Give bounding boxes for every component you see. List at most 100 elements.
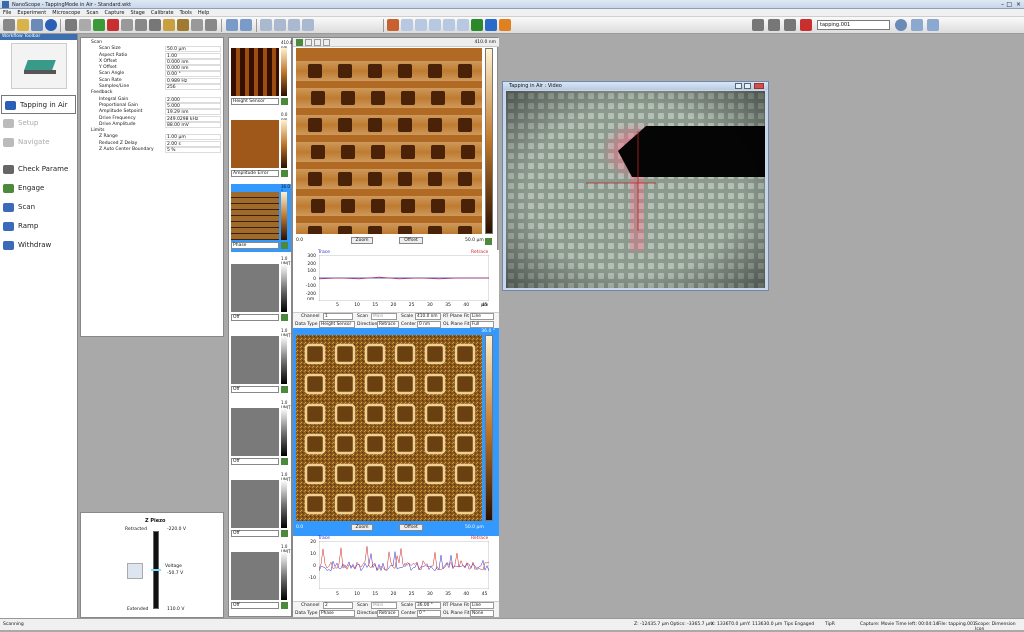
video-window[interactable]: Tapping in Air : Video xyxy=(502,81,769,291)
layout-icon[interactable] xyxy=(135,19,147,31)
param-value[interactable]: 19.29 nm xyxy=(165,109,221,116)
channel-thumbnail[interactable] xyxy=(231,192,279,240)
menu-experiment[interactable]: Experiment xyxy=(14,9,49,17)
param-value[interactable]: 0.00 ° xyxy=(165,71,221,78)
channel2-field[interactable]: 2 xyxy=(323,602,353,609)
data-type2-select[interactable]: Phase xyxy=(319,610,355,617)
chart-icon[interactable] xyxy=(226,19,238,31)
data-type-select[interactable]: Height Sensor xyxy=(319,321,355,328)
close-button[interactable]: × xyxy=(1016,1,1021,8)
withdraw-icon[interactable] xyxy=(107,19,119,31)
param-value[interactable]: 5 % xyxy=(165,147,221,154)
channel-select[interactable]: Off xyxy=(231,602,279,609)
offset-button[interactable]: Offset xyxy=(399,237,423,244)
phase-zoom-button[interactable]: Zoom xyxy=(351,524,373,531)
frame-up-icon[interactable] xyxy=(401,19,413,31)
param-value[interactable]: 249.0298 kHz xyxy=(165,115,221,122)
channel-slot[interactable]: 1.0 UNITOff xyxy=(231,256,291,324)
workflow-item-navigate[interactable]: Navigate xyxy=(0,133,77,152)
channel-thumbnail[interactable] xyxy=(231,120,279,168)
param-value[interactable]: 0.000 nm xyxy=(165,58,221,65)
menu-calibrate[interactable]: Calibrate xyxy=(148,9,177,17)
save-icon[interactable] xyxy=(31,19,43,31)
camera-view-icon[interactable] xyxy=(752,19,764,31)
zoom-in-icon[interactable] xyxy=(305,39,312,46)
play-icon[interactable] xyxy=(471,19,483,31)
channel-thumbnail[interactable] xyxy=(231,552,279,600)
experiment-icon[interactable] xyxy=(3,19,15,31)
minimize-button[interactable]: – xyxy=(1001,1,1004,8)
video-maximize-button[interactable] xyxy=(744,83,751,89)
ol-plane2-select[interactable]: None xyxy=(470,610,494,617)
workflow-item-setup[interactable]: Setup xyxy=(0,114,77,133)
tool-icon[interactable] xyxy=(191,19,203,31)
pause-icon[interactable] xyxy=(499,19,511,31)
grid-view-icon[interactable] xyxy=(274,19,286,31)
menu-stage[interactable]: Stage xyxy=(127,9,147,17)
refresh-icon[interactable] xyxy=(485,19,497,31)
workflow-item-tapping-in-air[interactable]: Tapping in Air xyxy=(1,95,76,114)
probe-icon[interactable] xyxy=(163,19,175,31)
frame-icon[interactable] xyxy=(429,19,441,31)
channel-select[interactable]: Amplitude Error xyxy=(231,170,279,177)
video-close-button[interactable] xyxy=(754,83,764,89)
rt-plane2-select[interactable]: Line xyxy=(470,602,494,609)
zoom-button[interactable]: Zoom xyxy=(351,237,373,244)
param-value[interactable]: 2.00 s xyxy=(165,140,221,147)
channel-slot[interactable]: 1.0 UNITOff xyxy=(231,472,291,540)
channel-select[interactable]: Off xyxy=(231,314,279,321)
scale2-field[interactable]: 36.00 ° xyxy=(415,602,441,609)
menu-scan[interactable]: Scan xyxy=(83,9,101,17)
param-value[interactable]: 1.00 xyxy=(165,52,221,59)
search-icon[interactable] xyxy=(895,19,907,31)
zoom-out-icon[interactable] xyxy=(314,39,321,46)
channel-select[interactable]: Height Sensor xyxy=(231,98,279,105)
image-tool-icon[interactable] xyxy=(296,39,303,46)
param-value[interactable]: 2.000 xyxy=(165,96,221,103)
channel-slot[interactable]: 1.0 UNITOff xyxy=(231,544,291,612)
scan-bottom-icon[interactable] xyxy=(457,19,469,31)
workflow-item-ramp[interactable]: Ramp xyxy=(0,217,77,236)
param-value[interactable]: 88.00 mV xyxy=(165,121,221,128)
microscope-icon[interactable] xyxy=(65,19,77,31)
phase-offset-button[interactable]: Offset xyxy=(399,524,423,531)
stage-icon[interactable] xyxy=(79,19,91,31)
capture-icon[interactable] xyxy=(387,19,399,31)
param-value[interactable]: 50.0 µm xyxy=(165,46,221,53)
channel-options-icon[interactable] xyxy=(281,386,288,393)
channel-slot[interactable]: 1.0 UNITOff xyxy=(231,400,291,468)
channel-options-icon[interactable] xyxy=(281,242,288,249)
settings-icon[interactable] xyxy=(205,19,217,31)
graph-icon[interactable] xyxy=(240,19,252,31)
channel-options-icon[interactable] xyxy=(281,458,288,465)
z-piezo-gear-icon[interactable] xyxy=(127,563,143,579)
view-icon[interactable] xyxy=(121,19,133,31)
engage-down-icon[interactable] xyxy=(93,19,105,31)
workflow-item-withdraw[interactable]: Withdraw xyxy=(0,236,77,255)
video-feed[interactable] xyxy=(506,91,765,288)
param-value[interactable]: 0.989 Hz xyxy=(165,77,221,84)
scan2-field[interactable]: Main xyxy=(371,602,397,609)
filename-input[interactable]: tapping.001 xyxy=(817,20,890,30)
param-value[interactable]: 5.000 xyxy=(165,102,221,109)
param-value[interactable]: 256 xyxy=(165,84,221,91)
channel-slot[interactable]: 36.0 °Phase xyxy=(231,184,291,252)
param-value[interactable]: 0.000 nm xyxy=(165,65,221,72)
channel-select[interactable]: Off xyxy=(231,530,279,537)
focus-icon[interactable] xyxy=(784,19,796,31)
menu-file[interactable]: File xyxy=(0,9,14,17)
capture-options-icon[interactable] xyxy=(927,19,939,31)
camera-icon[interactable] xyxy=(149,19,161,31)
scan-field[interactable]: Main xyxy=(371,313,397,320)
pan-icon[interactable] xyxy=(323,39,330,46)
channel-select[interactable]: Off xyxy=(231,386,279,393)
zoom-camera-icon[interactable] xyxy=(768,19,780,31)
channel-select[interactable]: Phase xyxy=(231,242,279,249)
capture-settings-icon[interactable] xyxy=(911,19,923,31)
menu-capture[interactable]: Capture xyxy=(102,9,128,17)
workflow-item-check-parame[interactable]: Check Parame xyxy=(0,160,77,179)
panel-icon[interactable] xyxy=(260,19,272,31)
channel-field[interactable]: 1 xyxy=(323,313,353,320)
workflow-item-scan[interactable]: Scan xyxy=(0,198,77,217)
direction-select[interactable]: Retrace xyxy=(377,321,399,328)
